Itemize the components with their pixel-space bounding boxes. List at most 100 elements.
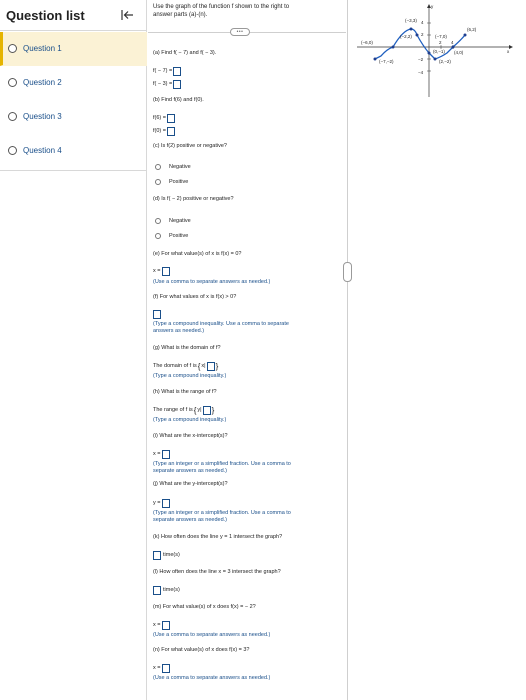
radio-button[interactable] — [155, 178, 161, 185]
part-c-option-positive[interactable]: Positive — [155, 177, 188, 186]
part-g-lhs: The domain of f is — [153, 363, 197, 369]
part-g-hint: (Type a compound inequality.) — [153, 373, 227, 379]
part-h-lhs: The range of f is — [153, 407, 193, 413]
radio-button[interactable] — [155, 163, 161, 170]
question-item-label: Question 3 — [23, 112, 62, 121]
part-j-lhs: y = — [153, 500, 161, 506]
part-d-option-negative[interactable]: Negative — [155, 216, 191, 225]
part-c-prompt: (c) Is f(2) positive or negative? — [153, 143, 227, 149]
question-list-panel: Question list Question 1 Question 2 Ques… — [0, 0, 147, 700]
answer-box-range[interactable] — [202, 405, 211, 415]
point-0-neg1 — [427, 51, 431, 55]
answer-box-f-0[interactable] — [167, 126, 175, 136]
answer-box-x-intercepts[interactable] — [161, 449, 170, 459]
part-k-row: time(s) — [153, 550, 180, 560]
label-neg3-3: (−3,3) — [405, 18, 417, 23]
part-i-hint-1: (Type an integer or a simplified fractio… — [153, 461, 291, 467]
part-h-set: y| — [197, 407, 202, 413]
radio-button[interactable] — [155, 217, 161, 224]
question-item-label: Question 2 — [23, 78, 62, 87]
collapse-panel-icon[interactable] — [120, 8, 136, 22]
point-neg6-0 — [391, 45, 395, 49]
label-neg2-2: (−2,2) — [400, 34, 412, 39]
part-j-hint-2: separate answers as needed.) — [153, 517, 227, 523]
part-i-prompt: (i) What are the x-intercept(s)? — [153, 433, 228, 439]
part-e-row: x = — [153, 266, 170, 276]
label-neg7-neg2: (−7,−2) — [379, 59, 394, 64]
question-4-radio[interactable] — [8, 146, 17, 155]
point-4-0 — [451, 45, 455, 49]
brace-close: } — [215, 361, 219, 371]
part-a-label-2: f( − 3) = — [153, 81, 173, 87]
part-c-option-negative[interactable]: Negative — [155, 162, 191, 171]
part-i-hint-2: separate answers as needed.) — [153, 468, 227, 474]
answer-box-positive-interval[interactable] — [153, 309, 161, 319]
option-label: Positive — [169, 232, 189, 239]
part-e-hint: (Use a comma to separate answers as need… — [153, 279, 271, 285]
label-4-0: (4,0) — [454, 50, 464, 55]
question-item-1[interactable]: Question 1 — [0, 32, 147, 66]
part-f-row — [153, 309, 161, 319]
x-axis-label: x — [507, 49, 510, 54]
answer-box-f-3[interactable] — [161, 663, 170, 673]
part-k-prompt: (k) How often does the line y = 1 inters… — [153, 534, 283, 540]
part-m-hint: (Use a comma to separate answers as need… — [153, 632, 271, 638]
question-2-radio[interactable] — [8, 78, 17, 87]
answer-box-x3-count[interactable] — [153, 585, 161, 595]
y-axis-label: y — [431, 4, 434, 9]
label-6-2: (6,2) — [467, 27, 477, 32]
answer-box-f-neg7[interactable] — [173, 66, 182, 76]
part-i-lhs: x = — [153, 451, 161, 457]
answer-box-f-neg2[interactable] — [161, 620, 170, 630]
part-f-prompt: (f) For what values of x is f(x) > 0? — [153, 294, 237, 300]
y-tick-2: 2 — [421, 32, 424, 37]
splitter-handle[interactable] — [343, 262, 352, 282]
part-b-row-1: f(6) = — [153, 113, 175, 123]
part-d-prompt: (d) Is f( − 2) positive or negative? — [153, 196, 234, 202]
question-1-radio[interactable] — [8, 44, 17, 53]
question-item-2[interactable]: Question 2 — [0, 66, 147, 100]
part-n-hint: (Use a comma to separate answers as need… — [153, 675, 271, 681]
question-item-label: Question 1 — [23, 44, 62, 53]
part-h-row: The range of f is{y|} — [153, 405, 215, 415]
part-a-row-1: f( − 7) = — [153, 66, 182, 76]
question-item-3[interactable]: Question 3 — [0, 100, 147, 134]
point-neg3-3 — [409, 27, 413, 31]
answer-box-f-neg3[interactable] — [173, 79, 182, 89]
panel-splitter — [347, 0, 348, 700]
part-d-option-positive[interactable]: Positive — [155, 231, 188, 240]
point-neg7-neg2 — [373, 57, 377, 61]
answer-box-domain[interactable] — [206, 361, 215, 371]
label-0-neg1: (0,−1) — [433, 49, 445, 54]
answer-box-y-intercepts[interactable] — [161, 498, 170, 508]
part-g-row: The domain of f is{x|} — [153, 361, 219, 371]
part-m-row: x = — [153, 620, 170, 630]
part-b-prompt: (b) Find f(6) and f(0). — [153, 97, 204, 103]
part-a-label-1: f( − 7) = — [153, 68, 173, 74]
x-tick-2: 2 — [439, 40, 442, 45]
answer-box-zeros[interactable] — [161, 266, 170, 276]
part-l-unit: time(s) — [163, 587, 180, 593]
brace-open: { — [193, 405, 197, 415]
label-neg6-0: (−6,0) — [361, 40, 373, 45]
radio-button[interactable] — [155, 232, 161, 239]
part-n-prompt: (n) For what value(s) of x does f(x) = 3… — [153, 647, 250, 653]
point-2-neg2 — [433, 57, 437, 61]
point-neg2-2 — [415, 33, 419, 37]
question-content: Use the graph of the function f shown to… — [148, 0, 346, 700]
part-i-row: x = — [153, 449, 170, 459]
question-3-radio[interactable] — [8, 112, 17, 121]
part-j-prompt: (j) What are the y-intercept(s)? — [153, 481, 228, 487]
expand-handle[interactable]: ••• — [230, 28, 250, 36]
answer-box-f-6[interactable] — [167, 113, 175, 123]
part-m-lhs: x = — [153, 622, 161, 628]
part-e-prompt: (e) For what value(s) of x is f(x) = 0? — [153, 251, 242, 257]
question-item-label: Question 4 — [23, 146, 62, 155]
part-n-row: x = — [153, 663, 170, 673]
question-item-4[interactable]: Question 4 — [0, 134, 147, 168]
question-list-divider — [0, 170, 147, 171]
part-j-hint-1: (Type an integer or a simplified fractio… — [153, 510, 291, 516]
part-b-row-2: f(0) = — [153, 126, 175, 136]
answer-box-y1-count[interactable] — [153, 550, 161, 560]
question-list-title: Question list — [6, 7, 85, 23]
